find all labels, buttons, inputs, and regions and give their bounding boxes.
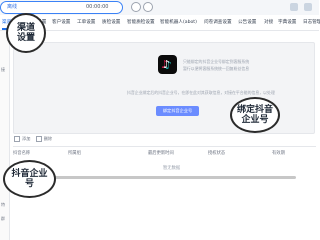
notification-icon[interactable] <box>290 3 298 11</box>
rail-label-2[interactable]: 特 <box>1 202 5 208</box>
tab-dictionary-settings[interactable]: 字典设置 <box>278 15 296 30</box>
tab-qa-settings[interactable]: 质检设置 <box>102 15 120 30</box>
tab-integration[interactable]: 对接 <box>264 15 273 30</box>
settings-tabs: 渠道设置 接待设置 客户设置 工单设置 质检设置 智能质检设置 智能机器人(ab… <box>0 15 320 31</box>
column-header-updated: 最后更新时间 <box>148 151 174 156</box>
card-text-line2: 暂行以便将客服系统统一回复粉丝信息 <box>183 66 250 71</box>
settings-icon[interactable] <box>304 3 312 11</box>
left-rail: 接 特 群 <box>0 31 10 240</box>
rail-label-1[interactable]: 接 <box>1 67 5 73</box>
card-text-line3: 抖音企业绑定后的抖音企业号，在即在此对其获取信息，对接在平台能的信息，以处理 <box>127 90 275 95</box>
tab-log-management[interactable]: 日志管理 <box>303 15 320 30</box>
tab-customer-settings[interactable]: 客户设置 <box>52 15 70 30</box>
callout-channel-settings: 渠道设置 <box>6 13 46 53</box>
tab-smart-bot-settings[interactable]: 智能机器人(abot) <box>160 15 197 30</box>
callout-bind-account: 绑定抖音企业号 <box>230 97 280 133</box>
tab-survey-settings[interactable]: 问卷调查设置 <box>204 15 232 30</box>
delete-label: 删除 <box>43 136 53 141</box>
column-header-group: 所属组 <box>68 151 81 156</box>
column-header-name: 抖音名称 <box>13 151 31 156</box>
callout-channel-settings-text: 渠道设置 <box>16 23 35 43</box>
empty-state-text: 暂无数据 <box>163 166 181 171</box>
column-header-expiry: 有效期 <box>272 151 285 156</box>
status-pill[interactable]: 离线 00:00:00 <box>0 1 123 14</box>
delete-checkbox[interactable] <box>35 136 42 142</box>
card-text-line1: 只能绑定的抖音企业号绑定到客服系统 <box>183 59 250 64</box>
phone-icon[interactable] <box>131 2 141 12</box>
rail-label-3[interactable]: 群 <box>1 216 5 222</box>
horizontal-scrollbar[interactable] <box>19 176 296 179</box>
callout-bind-account-text: 绑定抖音企业号 <box>236 105 273 125</box>
timer-text: 00:00:00 <box>86 4 109 10</box>
tab-smart-qa-settings[interactable]: 智能质检设置 <box>127 15 155 30</box>
status-text: 离线 <box>7 4 18 10</box>
add-checkbox[interactable] <box>14 136 20 142</box>
callout-douyin-account-text: 抖音企业号 <box>11 169 48 189</box>
tab-ticket-settings[interactable]: 工单设置 <box>77 15 95 30</box>
chat-icon[interactable] <box>143 2 153 12</box>
add-label: 添加 <box>22 136 31 141</box>
accounts-table: 抖音名称 所属组 最后更新时间 授权状态 有效期 暂无数据 <box>13 146 316 177</box>
tab-announcement-settings[interactable]: 公告设置 <box>238 15 256 30</box>
table-filters: 添加 删除 <box>14 136 52 142</box>
bind-douyin-account-button[interactable]: 绑定抖音企业号 <box>156 106 199 116</box>
callout-douyin-account: 抖音企业号 <box>3 160 56 198</box>
top-toolbar: 离线 00:00:00 <box>0 0 319 16</box>
tiktok-icon: ♪ ♪ ♪ <box>158 55 177 74</box>
column-header-auth-status: 授权状态 <box>208 151 226 156</box>
